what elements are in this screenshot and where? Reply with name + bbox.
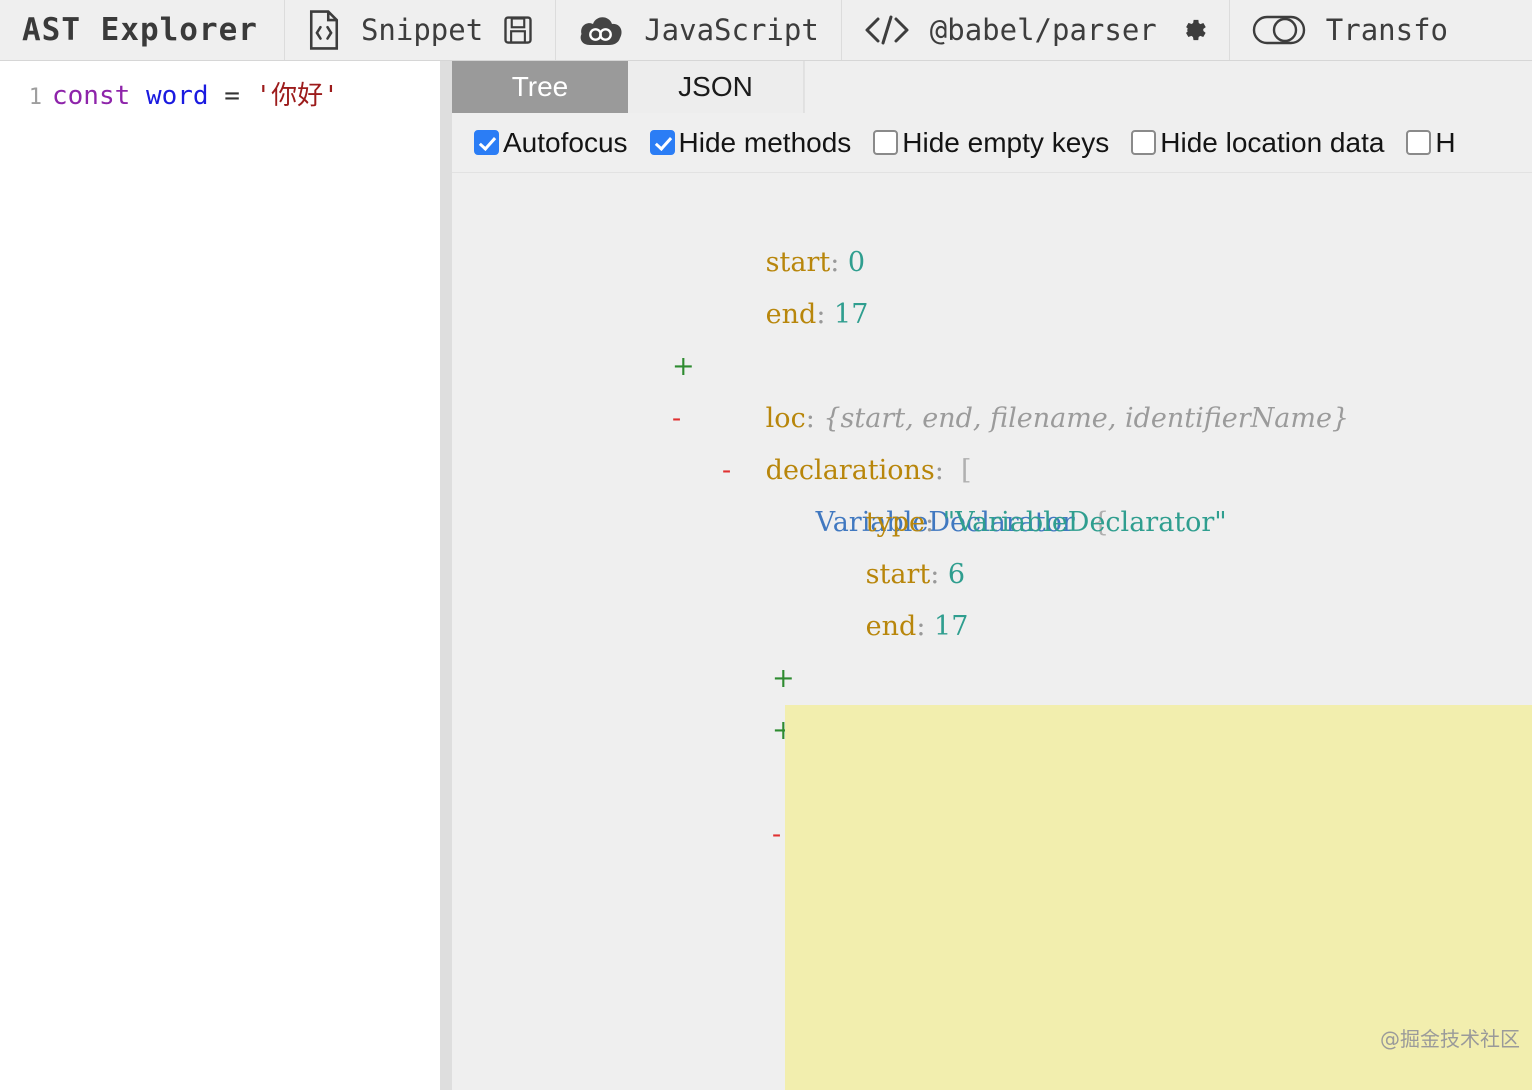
view-tabs: Tree JSON	[452, 61, 1532, 113]
options-bar: Autofocus Hide methods Hide empty keys H…	[452, 113, 1532, 173]
javascript-cloud-icon	[578, 12, 624, 48]
tab-tree-label: Tree	[511, 71, 569, 102]
ast-explorer-app: AST Explorer Snippet JavaScript @babel/p…	[0, 0, 1532, 1090]
tree-row-loc-program[interactable]: + loc: {start, end, filename, identifier…	[452, 289, 1532, 434]
option-autofocus-label: Autofocus	[503, 126, 628, 158]
tree-row-start-6[interactable]: start: 6	[452, 497, 1532, 590]
top-toolbar: AST Explorer Snippet JavaScript @babel/p…	[0, 0, 1532, 61]
checkbox-hide-methods[interactable]	[649, 130, 675, 155]
checkbox-hide-empty-keys[interactable]	[873, 130, 899, 155]
selection-highlight	[785, 861, 1532, 913]
tree-row-loc-declarator[interactable]: + loc: {start, end, filename, identifier…	[452, 601, 1532, 746]
token-space-3	[240, 81, 256, 111]
ast-panel: Tree JSON Autofocus Hide methods Hide em…	[452, 61, 1532, 1090]
tree-row-end-17[interactable]: end: 17	[452, 237, 1532, 330]
tree-row-extra[interactable]: + extra: {rawValue, raw}	[452, 965, 1532, 1090]
toggle-icon[interactable]	[1252, 12, 1306, 48]
line-number: 1	[28, 85, 42, 110]
snippet-label: Snippet	[360, 13, 484, 47]
token-string: '你好'	[255, 81, 339, 111]
option-hide-empty-keys[interactable]: Hide empty keys	[873, 127, 1109, 159]
gear-icon[interactable]	[1177, 15, 1207, 45]
code-line-1[interactable]: 1 const word = '你好'	[0, 61, 440, 112]
tree-row-id-identifier[interactable]: + id: Identifier {type, start, end, loc,…	[452, 653, 1532, 798]
tree-row-variable-declarator[interactable]: - VariableDeclarator {	[452, 393, 1532, 538]
parser-group[interactable]: @babel/parser	[842, 0, 1230, 60]
save-icon[interactable]	[503, 14, 533, 46]
tree-row-start-13[interactable]: start: 13	[452, 809, 1532, 954]
code-brackets-icon	[864, 13, 910, 47]
app-title: AST Explorer	[22, 12, 258, 48]
selection-highlight	[785, 809, 1532, 861]
ast-tree[interactable]: 17 start: 0 end: 17 + loc: {start, end, …	[452, 173, 1532, 1090]
language-label: JavaScript	[644, 13, 819, 47]
option-hide-empty-keys-label: Hide empty keys	[902, 126, 1110, 158]
tree-row-loc-stringliteral[interactable]: + loc: {start, end, filename, identifier…	[452, 913, 1532, 1090]
checkbox-autofocus[interactable]	[474, 130, 499, 155]
tree-row-end-17-stringliteral[interactable]: end: 17	[452, 861, 1532, 1006]
checkbox-hide-clipped[interactable]	[1406, 130, 1432, 155]
tree-row-end-17-declarator[interactable]: end: 17	[452, 549, 1532, 642]
tree-row-value[interactable]: value: "你好"	[452, 1017, 1532, 1069]
tree-row-clipped: 17	[452, 173, 1532, 185]
tree-row-closing-brace: }	[452, 1069, 1532, 1090]
brand-group[interactable]: AST Explorer	[0, 0, 285, 60]
transform-group[interactable]: Transfo	[1230, 0, 1470, 60]
token-operator: =	[224, 81, 240, 111]
tab-tree[interactable]: Tree	[452, 61, 628, 113]
option-hide-location-data[interactable]: Hide location data	[1131, 127, 1384, 159]
transform-label: Transfo	[1325, 13, 1448, 47]
tree-row-type-variabledeclarator[interactable]: type: "VariableDeclarator"	[452, 445, 1532, 538]
tree-row-type-stringliteral[interactable]: type: "StringLiteral"	[452, 757, 1532, 902]
option-hide-methods[interactable]: Hide methods	[649, 126, 852, 159]
selection-highlight	[785, 757, 1532, 809]
code-editor[interactable]: 1 const word = '你好'	[0, 61, 440, 1090]
option-autofocus[interactable]: Autofocus	[474, 127, 628, 159]
tree-row-start-0[interactable]: start: 0	[452, 185, 1532, 278]
tree-row-init-stringliteral[interactable]: - init: StringLiteral {	[452, 705, 1532, 902]
panel-splitter[interactable]	[440, 61, 452, 1090]
code-file-icon	[307, 10, 341, 50]
checkbox-hide-location-data[interactable]	[1131, 130, 1157, 155]
option-hide-location-data-label: Hide location data	[1160, 126, 1385, 158]
snippet-group[interactable]: Snippet	[285, 0, 557, 60]
tabbar-filler	[804, 61, 1532, 113]
tree-row-declarations[interactable]: - declarations: [	[452, 341, 1532, 486]
option-hide-clipped-label: H	[1435, 126, 1456, 158]
watermark: @掘金技术社区	[1380, 1027, 1520, 1051]
tab-json-label: JSON	[678, 71, 753, 102]
selection-highlight	[785, 1069, 1532, 1090]
selection-highlight	[785, 705, 1532, 757]
token-space-1	[130, 81, 146, 111]
token-keyword: const	[52, 81, 131, 111]
token-identifier: word	[145, 81, 209, 111]
selection-highlight	[785, 913, 1532, 965]
parser-label: @babel/parser	[929, 13, 1157, 47]
option-hide-methods-label: Hide methods	[678, 126, 852, 158]
language-group[interactable]: JavaScript	[556, 0, 842, 60]
token-space-2	[209, 81, 225, 111]
selection-highlight	[785, 965, 1532, 1017]
option-hide-clipped[interactable]: H	[1406, 126, 1456, 159]
tab-json[interactable]: JSON	[628, 61, 804, 113]
